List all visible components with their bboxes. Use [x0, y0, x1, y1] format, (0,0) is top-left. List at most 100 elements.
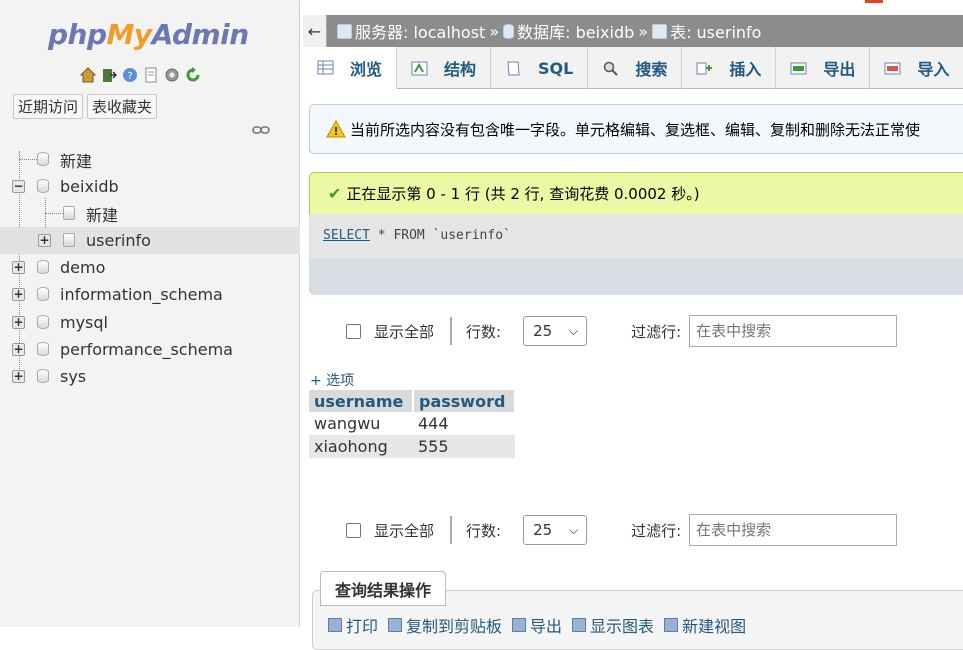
- check-icon: ✔: [328, 184, 342, 203]
- expand-icon[interactable]: +: [12, 316, 25, 329]
- tab-bar: 浏览 结构 SQL 搜索 插入 导出 导入: [303, 47, 963, 89]
- chart-icon: [572, 618, 587, 632]
- tree-item-demo[interactable]: + demo: [0, 254, 300, 281]
- filter-input[interactable]: [689, 514, 898, 546]
- phpmyadmin-logo[interactable]: phpMyAdmin: [48, 18, 249, 51]
- sql-query-toolbar: [309, 258, 963, 295]
- rows-select[interactable]: 25 ⌵: [523, 515, 588, 545]
- tree-item-beixidb[interactable]: − beixidb: [0, 173, 300, 200]
- print-link[interactable]: 打印: [328, 613, 378, 637]
- tree-item-userinfo[interactable]: + userinfo: [0, 227, 300, 254]
- tab-import[interactable]: 导入: [870, 47, 963, 89]
- crumb-table[interactable]: 表: userinfo: [652, 19, 761, 43]
- crumb-server[interactable]: 服务器: localhost: [337, 19, 485, 43]
- link-label: 新建视图: [682, 617, 747, 636]
- new-db-icon: [37, 152, 49, 166]
- database-icon: [37, 260, 49, 274]
- success-message: ✔ 正在显示第 0 - 1 行 (共 2 行, 查询花费 0.0002 秒。): [309, 172, 963, 214]
- crumb-server-label: 服务器: localhost: [355, 23, 486, 42]
- tab-search[interactable]: 搜索: [588, 47, 683, 89]
- database-icon: [37, 369, 49, 383]
- docs-icon[interactable]: [142, 66, 160, 84]
- expand-icon[interactable]: +: [12, 370, 25, 383]
- show-all-checkbox[interactable]: [346, 522, 361, 538]
- table-icon: [652, 23, 668, 39]
- import-icon: [884, 60, 901, 77]
- logo-php: php: [48, 18, 107, 51]
- database-icon: [503, 23, 515, 39]
- export-link[interactable]: 导出: [512, 613, 562, 637]
- window-indicator: [865, 0, 883, 3]
- table-row: wangwu 444: [309, 412, 515, 435]
- browse-icon: [317, 59, 334, 76]
- tree-label: 新建: [60, 151, 93, 171]
- options-link[interactable]: + 选项: [310, 370, 354, 390]
- show-all-checkbox[interactable]: [346, 323, 361, 339]
- table-cell[interactable]: 555: [413, 435, 515, 458]
- expand-icon[interactable]: +: [12, 343, 25, 356]
- divider: [450, 516, 453, 544]
- expand-icon[interactable]: +: [12, 261, 25, 274]
- collapse-icon[interactable]: −: [12, 180, 25, 193]
- show-all-label: 显示全部: [374, 322, 435, 341]
- tree-item-sys[interactable]: + sys: [0, 363, 300, 390]
- breadcrumb: ← 服务器: localhost » 数据库: beixidb » 表: use…: [303, 15, 963, 47]
- create-view-link[interactable]: 新建视图: [664, 613, 746, 637]
- tree-item-performance-schema[interactable]: + performance_schema: [0, 336, 300, 363]
- display-chart-link[interactable]: 显示图表: [572, 613, 654, 637]
- tree-item-new[interactable]: 新建: [0, 146, 300, 173]
- logo-my: My: [106, 18, 153, 51]
- column-header-password[interactable]: password: [413, 390, 516, 412]
- tree-item-new-table[interactable]: 新建: [0, 200, 300, 227]
- back-button[interactable]: ←: [303, 15, 327, 47]
- help-icon[interactable]: ?: [121, 66, 139, 84]
- svg-text:!: !: [333, 125, 338, 138]
- clipboard-icon: [388, 618, 403, 632]
- database-icon: [37, 287, 49, 301]
- copy-clipboard-link[interactable]: 复制到剪贴板: [388, 613, 502, 637]
- tab-structure[interactable]: 结构: [397, 47, 492, 89]
- expand-icon[interactable]: +: [38, 234, 51, 247]
- filter-label: 过滤行:: [631, 322, 682, 341]
- reload-icon[interactable]: [184, 66, 202, 84]
- database-icon: [37, 179, 49, 193]
- logo-admin: Admin: [151, 18, 250, 51]
- rows-select[interactable]: 25 ⌵: [523, 316, 588, 346]
- tab-export[interactable]: 导出: [776, 47, 871, 89]
- results-table: username password wangwu 444 xiaohong 55…: [309, 390, 516, 458]
- exit-icon[interactable]: [100, 66, 118, 84]
- recent-tab[interactable]: 近期访问: [13, 94, 84, 119]
- tree-label: performance_schema: [60, 340, 233, 359]
- tree-item-mysql[interactable]: + mysql: [0, 309, 300, 336]
- tree-label: 新建: [86, 205, 119, 225]
- export-icon: [790, 60, 807, 77]
- search-icon: [602, 60, 619, 77]
- tab-insert[interactable]: 插入: [682, 47, 777, 89]
- table-cell[interactable]: wangwu: [309, 412, 413, 435]
- column-header-username[interactable]: username: [309, 390, 414, 412]
- sql-query-box: SELECT * FROM `userinfo`: [309, 214, 963, 258]
- expand-icon[interactable]: +: [12, 288, 25, 301]
- link-label: 打印: [346, 617, 379, 636]
- success-text: 正在显示第 0 - 1 行 (共 2 行, 查询花费 0.0002 秒。): [346, 185, 700, 203]
- tree-item-information-schema[interactable]: + information_schema: [0, 281, 300, 308]
- tab-sql[interactable]: SQL: [491, 47, 589, 89]
- filter-input[interactable]: [689, 315, 898, 347]
- tree-label: information_schema: [60, 285, 223, 304]
- tree-label: demo: [60, 258, 106, 277]
- table-cell[interactable]: xiaohong: [309, 435, 413, 458]
- navigation-panel: phpMyAdmin ? 近期访问 表收藏夹 新建 − beixidb 新建 +…: [0, 0, 300, 627]
- query-operations-links: 打印 复制到剪贴板 导出 显示图表 新建视图: [328, 613, 746, 637]
- link-icon[interactable]: [252, 124, 270, 140]
- favorites-tab[interactable]: 表收藏夹: [87, 94, 158, 119]
- link-label: 显示图表: [590, 617, 655, 636]
- table-cell[interactable]: 444: [413, 412, 515, 435]
- sql-keyword[interactable]: SELECT: [323, 228, 370, 243]
- home-icon[interactable]: [79, 66, 97, 84]
- tab-browse[interactable]: 浏览: [303, 47, 398, 89]
- settings-icon[interactable]: [163, 66, 181, 84]
- nav-icon-bar: ?: [79, 66, 202, 84]
- export-icon: [512, 618, 527, 632]
- table-header-row: username password: [309, 390, 516, 412]
- crumb-database[interactable]: 数据库: beixidb: [503, 19, 634, 43]
